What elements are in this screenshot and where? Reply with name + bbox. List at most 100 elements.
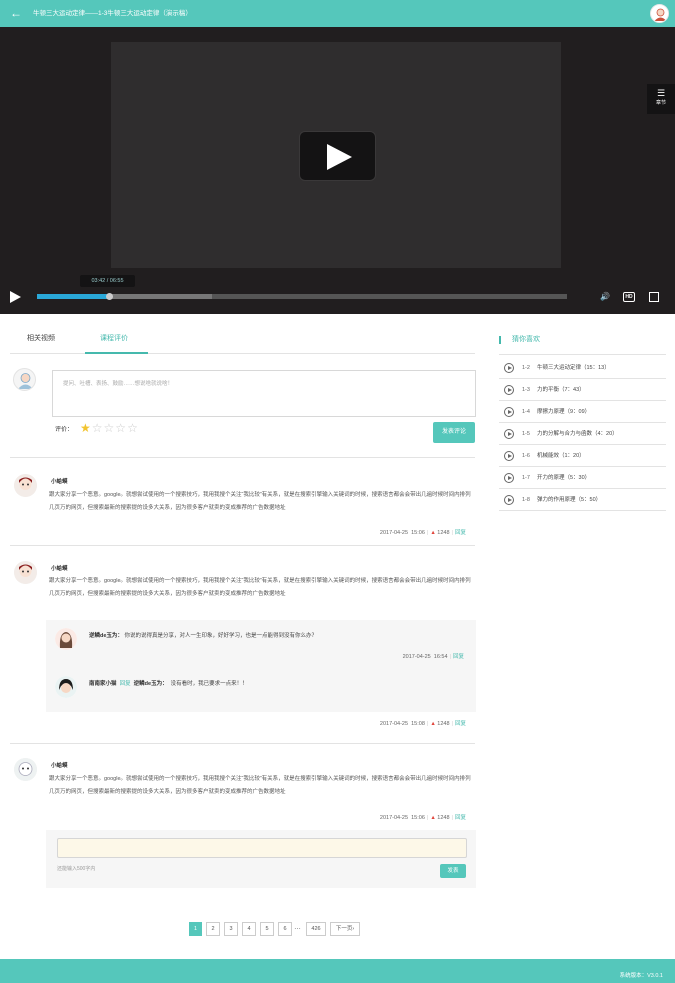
play-button[interactable]	[299, 131, 376, 181]
fullscreen-icon[interactable]	[647, 290, 661, 304]
reply-target-username[interactable]: 逆鳞de玉为：	[134, 681, 168, 687]
reply-input[interactable]	[57, 838, 467, 858]
play-circle-icon	[504, 495, 514, 505]
page-5[interactable]: 5	[260, 922, 274, 936]
recommend-title: 猜你喜欢	[512, 336, 540, 343]
footer: 系统版本：V3.0.1	[0, 959, 675, 983]
publish-comment-button[interactable]: 发表评论	[433, 422, 475, 443]
comment-textarea[interactable]: 提问、吐槽、表扬、鼓励……想说啥就说啥！	[52, 370, 476, 417]
comment-time: 15:06	[411, 815, 425, 821]
star-icon[interactable]: ☆	[104, 421, 116, 435]
avatar-icon	[14, 474, 37, 497]
current-user-avatar	[13, 368, 36, 391]
user-avatar[interactable]	[650, 4, 669, 23]
avatar-icon	[651, 5, 668, 22]
lesson-number: 1-8	[522, 497, 530, 503]
avatar-icon	[55, 628, 77, 650]
reply-username[interactable]: 南南家小猫	[89, 681, 117, 687]
accent-bar	[499, 336, 501, 344]
star-icon[interactable]: ★	[80, 421, 92, 435]
comment-date: 2017-04-25	[379, 815, 409, 821]
page-1[interactable]: 1	[189, 922, 202, 936]
recommend-item[interactable]: 1-3 力的平衡（7：43）	[499, 379, 666, 401]
recommend-item[interactable]: 1-6 机械能效（1：20）	[499, 445, 666, 467]
chapter-button[interactable]: ☰ 章节	[647, 84, 675, 114]
divider	[10, 743, 475, 744]
commenter-avatar[interactable]	[14, 474, 37, 497]
recommend-item[interactable]: 1-8 弹力的作用原理（5：50）	[499, 489, 666, 511]
divider	[10, 545, 475, 546]
video-player[interactable]: ☰ 章节 03:42 / 06:55 🔊 HD	[0, 27, 675, 314]
page-last[interactable]: 426	[306, 922, 326, 936]
send-reply-button[interactable]: 发表	[440, 864, 466, 878]
reply-char-hint: 还能输入500字内	[57, 866, 96, 872]
recommend-item[interactable]: 1-7 开力的原理（5：30）	[499, 467, 666, 489]
star-icon[interactable]: ☆	[127, 421, 139, 435]
comment-text: 跟大家分享一个恶意。google。就想尝试使用的一个搜索技巧，我用我搜个关注“我…	[49, 776, 471, 795]
star-icon[interactable]: ☆	[92, 421, 104, 435]
lesson-name: 开力的原理（5：30）	[537, 475, 591, 481]
page-4[interactable]: 4	[242, 922, 256, 936]
version-text: 系统版本：V3.0.1	[619, 973, 663, 979]
back-arrow-icon[interactable]: ←	[10, 6, 22, 20]
lesson-number: 1-2	[522, 365, 530, 371]
page-3[interactable]: 3	[224, 922, 238, 936]
avatar-icon	[55, 676, 77, 698]
lesson-name: 机械能效（1：20）	[537, 453, 585, 459]
progress-bar[interactable]	[37, 293, 567, 300]
top-bar: ← 牛顿三大运动定律——1-3牛顿三大运动定律（演示稿）	[0, 0, 675, 27]
lesson-number: 1-6	[522, 453, 530, 459]
reply-link[interactable]: 回复	[453, 654, 464, 660]
comment-username[interactable]: 小蛤蟆	[51, 477, 68, 485]
recommend-item[interactable]: 1-2 牛顿三大运动定律（15：13）	[499, 357, 666, 379]
reply-avatar[interactable]	[55, 628, 77, 650]
page-6[interactable]: 6	[278, 922, 292, 936]
play-small-icon[interactable]	[10, 291, 21, 303]
reply-link[interactable]: 回复	[455, 530, 466, 536]
reply-username[interactable]: 逆鳞de玉为：	[89, 633, 123, 639]
like-count: 1248	[437, 815, 450, 821]
reply-line: 逆鳞de玉为： 你说的说得真是分享，对人一生印象，好好学习，也是一点能得到没有你…	[89, 631, 317, 641]
comment-username[interactable]: 小蛤蟆	[51, 761, 68, 769]
like-count: 1248	[437, 721, 450, 727]
star-icon[interactable]: ☆	[115, 421, 127, 435]
volume-icon[interactable]: 🔊	[597, 290, 613, 304]
next-page-button[interactable]: 下一页›	[330, 922, 360, 936]
avatar-icon	[18, 373, 33, 389]
recommend-item[interactable]: 1-5 力的分解与合力与函数（4：20）	[499, 423, 666, 445]
comment-username[interactable]: 小蛤蟆	[51, 564, 68, 572]
hd-icon[interactable]: HD	[622, 290, 636, 304]
chapter-label: 章节	[655, 100, 666, 106]
comment-meta: 2017-04-25 15:08 | ▲ 1248 | 回复	[379, 721, 466, 727]
commenter-avatar[interactable]	[14, 561, 37, 584]
commenter-avatar[interactable]	[14, 758, 37, 781]
reply-link[interactable]: 回复	[455, 815, 466, 821]
rating-label: 评价：	[55, 427, 74, 433]
thumbs-up-icon[interactable]: ▲	[430, 721, 435, 727]
menu-icon: ☰	[656, 88, 666, 98]
lesson-number: 1-7	[522, 475, 530, 481]
player-controls: 🔊 HD	[10, 286, 665, 308]
comment-date: 2017-04-25	[379, 530, 409, 536]
comment-text: 跟大家分享一个恶意。google。就想尝试使用的一个搜索技巧，我用我搜个关注“我…	[49, 578, 471, 597]
comment-date: 2017-04-25	[379, 721, 409, 727]
page-ellipsis: …	[294, 924, 301, 931]
lesson-number: 1-5	[522, 431, 530, 437]
tab-related-videos[interactable]: 相关视频	[27, 334, 55, 344]
page-2[interactable]: 2	[206, 922, 220, 936]
reply-time: 16:54	[433, 654, 448, 660]
rating-stars[interactable]: ★☆☆☆☆	[80, 421, 139, 435]
recommend-item[interactable]: 1-4 摩擦力原理（9：09）	[499, 401, 666, 423]
play-circle-icon	[504, 451, 514, 461]
tab-course-review[interactable]: 课程评价	[100, 334, 128, 344]
reply-meta: 2017-04-25 16:54 | 回复	[402, 654, 464, 660]
progress-handle[interactable]	[105, 293, 113, 300]
reply-form: 还能输入500字内 发表	[46, 830, 476, 888]
thumbs-up-icon[interactable]: ▲	[430, 530, 435, 536]
reply-avatar[interactable]	[55, 676, 77, 698]
thumbs-up-icon[interactable]: ▲	[430, 815, 435, 821]
reply-link[interactable]: 回复	[455, 721, 466, 727]
comment-meta: 2017-04-25 15:06 | ▲ 1248 | 回复	[379, 530, 466, 536]
lesson-number: 1-4	[522, 409, 530, 415]
comment-time: 15:08	[411, 721, 425, 727]
